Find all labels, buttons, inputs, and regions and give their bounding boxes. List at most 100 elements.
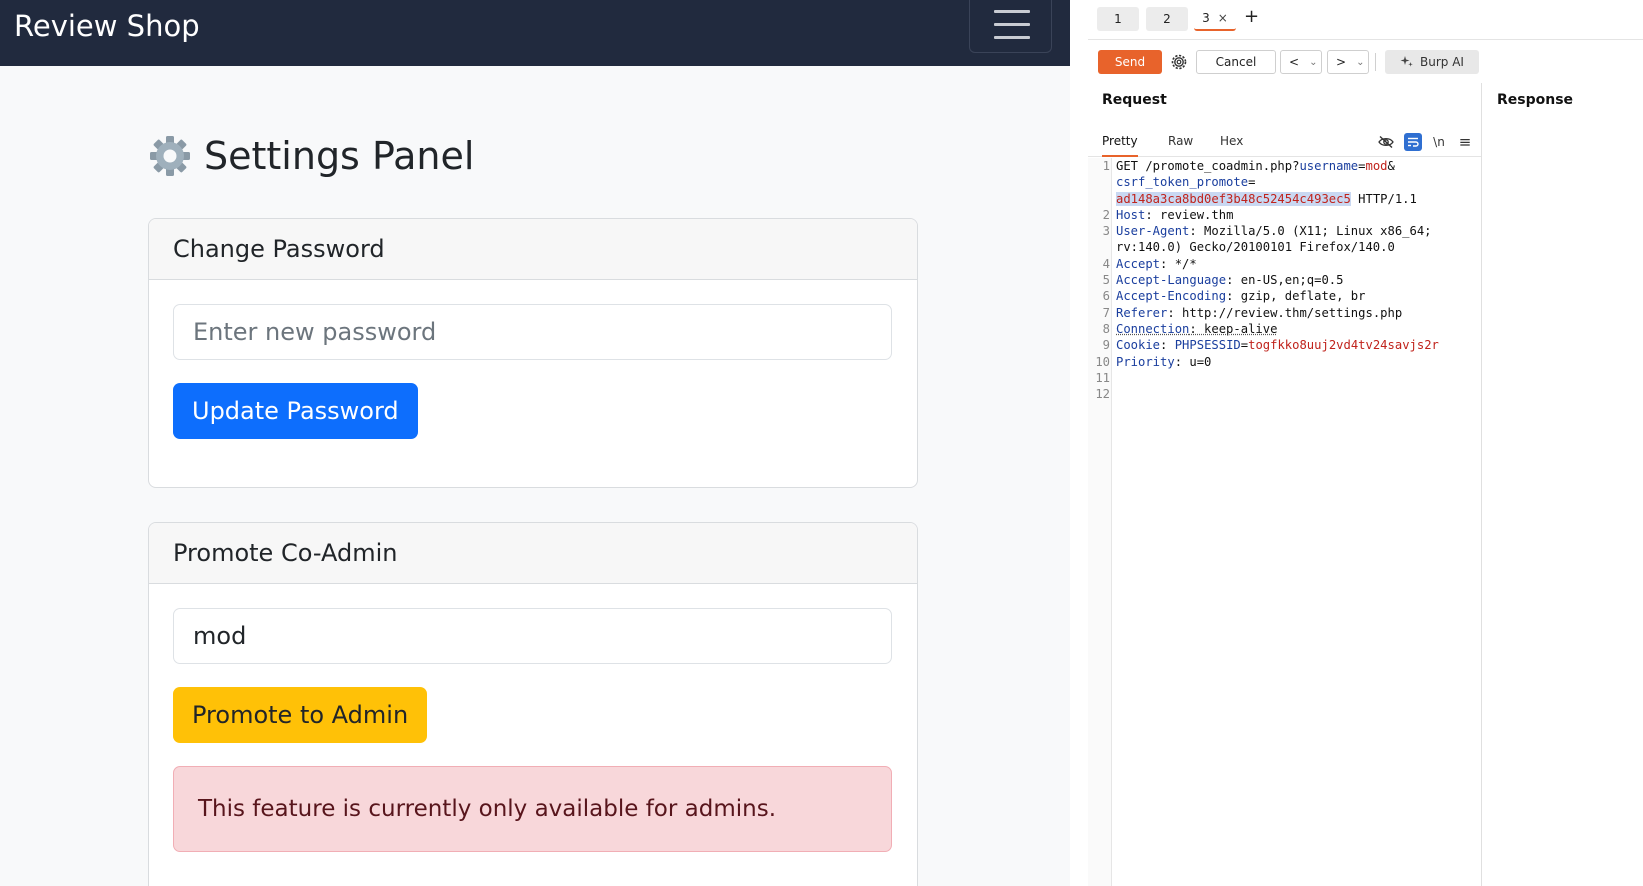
chevron-down-icon[interactable]: ⌄: [1309, 57, 1317, 68]
change-password-card: Change Password Enter new password Updat…: [148, 218, 918, 488]
code-token: : */*: [1160, 256, 1197, 271]
code-token: : en-US,en;q=0.5: [1226, 273, 1344, 288]
code-token: mod: [1365, 159, 1388, 173]
chevron-down-icon[interactable]: ⌄: [1356, 57, 1364, 68]
code-token: Cookie: [1116, 338, 1161, 353]
code-token: csrf_token_promote: [1116, 175, 1249, 190]
line-number: 4: [1102, 256, 1110, 271]
hide-icon[interactable]: [1377, 133, 1395, 151]
repeater-tab-label: 1: [1114, 12, 1122, 26]
code-token: : u=0: [1174, 354, 1212, 369]
line-number: 5: [1102, 273, 1110, 288]
menu-icon[interactable]: ≡: [1456, 133, 1474, 151]
sparkle-icon: [1400, 56, 1413, 67]
newline-icon[interactable]: \n: [1430, 133, 1448, 151]
chevron-left-icon: <: [1289, 55, 1300, 69]
hamburger-icon-bar: [994, 36, 1030, 39]
wrap-icon[interactable]: [1404, 133, 1422, 151]
request-line: [1116, 370, 1476, 386]
gear-icon: [1171, 54, 1187, 70]
repeater-tab-bar: 1 2 3 × +: [1088, 0, 1643, 40]
code-token: HTTP/1.1: [1350, 191, 1417, 206]
code-token: Accept-Encoding: [1116, 289, 1227, 304]
tab-pretty[interactable]: Pretty: [1102, 134, 1138, 157]
request-line: Host: review.thm: [1116, 207, 1476, 223]
request-line: GET /promote_coadmin.php?username=mod&: [1116, 158, 1476, 174]
code-token: User-Agent: [1116, 224, 1190, 239]
line-number: 8: [1102, 322, 1110, 336]
admin-only-alert: This feature is currently only available…: [173, 766, 892, 852]
request-line: csrf_token_promote=: [1116, 174, 1476, 190]
line-number: 9: [1102, 338, 1110, 353]
browser-page: Review Shop Settings Panel Change Passwo…: [0, 0, 1070, 886]
request-line: Priority: u=0: [1116, 354, 1476, 370]
code-token: Connection: [1116, 321, 1190, 336]
brand-link[interactable]: Review Shop: [14, 9, 200, 43]
repeater-tab-1[interactable]: 1: [1097, 7, 1139, 31]
add-tab-icon[interactable]: +: [1244, 6, 1259, 27]
line-number: 1: [1102, 159, 1110, 173]
code-token: : Mozilla/5.0 (X11; Linux x86_64;: [1189, 224, 1432, 239]
request-line: rv:140.0) Gecko/20100101 Firefox/140.0: [1116, 239, 1476, 255]
repeater-tab-2[interactable]: 2: [1146, 7, 1188, 31]
navbar-toggle-button[interactable]: [969, 0, 1052, 53]
promote-coadmin-header: Promote Co-Admin: [149, 523, 917, 584]
change-password-header: Change Password: [149, 219, 917, 280]
session-cookie-value: togfkko8uuj2vd4tv24savjs2r: [1248, 338, 1439, 353]
code-token: &: [1387, 159, 1395, 173]
csrf-token-value[interactable]: ad148a3ca8bd0ef3b48c52454c493ec5: [1116, 191, 1351, 206]
request-line: [1116, 386, 1476, 402]
page-title-text: Settings Panel: [204, 134, 475, 178]
request-line: Referer: http://review.thm/settings.php: [1116, 305, 1476, 321]
chevron-right-icon: >: [1336, 55, 1347, 69]
request-line: ad148a3ca8bd0ef3b48c52454c493ec5 HTTP/1.…: [1116, 191, 1476, 207]
repeater-tab-3[interactable]: 3 ×: [1194, 7, 1236, 31]
code-token: username: [1299, 159, 1359, 173]
request-line: Accept-Encoding: gzip, deflate, br: [1116, 288, 1476, 304]
update-password-button[interactable]: Update Password: [173, 383, 418, 439]
code-token: : gzip, deflate, br: [1226, 289, 1366, 304]
code-token: PHPSESSID: [1174, 338, 1241, 353]
promote-to-admin-button[interactable]: Promote to Admin: [173, 687, 428, 743]
code-token: =: [1240, 338, 1249, 353]
repeater-toolbar: Send Cancel < ⌄ > ⌄ Burp AI: [1088, 50, 1643, 78]
request-line: Accept-Language: en-US,en;q=0.5: [1116, 272, 1476, 288]
line-number: 2: [1102, 207, 1110, 222]
new-password-input[interactable]: Enter new password: [173, 304, 892, 360]
request-editor[interactable]: 1 2 3 4 5 6 7 8 9 10 11 12 GET /promote_…: [1088, 158, 1481, 886]
tab-hex[interactable]: Hex: [1220, 134, 1243, 148]
line-number: 6: [1102, 289, 1110, 304]
hamburger-icon-bar: [994, 10, 1030, 13]
history-back-button[interactable]: < ⌄: [1280, 50, 1322, 74]
request-response-splitter[interactable]: [1481, 83, 1482, 886]
code-token: Referer: [1116, 305, 1168, 320]
send-button[interactable]: Send: [1098, 50, 1162, 74]
history-forward-button[interactable]: > ⌄: [1327, 50, 1369, 74]
code-token: Priority: [1116, 354, 1175, 369]
code-token: : review.thm: [1145, 207, 1234, 222]
code-token: Accept-Language: [1116, 273, 1227, 288]
burp-repeater: 1 2 3 × + Send Cancel < ⌄ > ⌄ Burp AI Re…: [1070, 0, 1643, 886]
settings-gear-icon[interactable]: [1168, 51, 1190, 73]
navbar: Review Shop: [0, 0, 1070, 66]
line-number: 10: [1095, 354, 1110, 369]
code-token: Host: [1116, 207, 1146, 222]
burp-repeater-panel: 1 2 3 × + Send Cancel < ⌄ > ⌄ Burp AI Re…: [1088, 0, 1643, 886]
request-pane-title: Request: [1102, 92, 1167, 108]
gear-icon: [150, 136, 190, 176]
request-line: User-Agent: Mozilla/5.0 (X11; Linux x86_…: [1116, 223, 1476, 239]
code-token: : keep-alive: [1189, 321, 1278, 336]
coadmin-username-input[interactable]: mod: [173, 608, 892, 664]
request-view-tabs: Pretty Raw Hex \n ≡: [1088, 125, 1481, 157]
tab-raw[interactable]: Raw: [1168, 134, 1193, 148]
line-number: 12: [1095, 387, 1110, 402]
response-pane-title: Response: [1497, 92, 1574, 108]
code-token: GET /promote_coadmin.php?: [1116, 159, 1300, 173]
line-number: 11: [1095, 370, 1110, 385]
cancel-button[interactable]: Cancel: [1196, 50, 1276, 74]
page-title: Settings Panel: [148, 134, 474, 178]
request-line: Accept: */*: [1116, 256, 1476, 272]
burp-ai-button[interactable]: Burp AI: [1385, 50, 1479, 74]
code-token: :: [1160, 338, 1175, 353]
close-icon[interactable]: ×: [1218, 11, 1228, 25]
